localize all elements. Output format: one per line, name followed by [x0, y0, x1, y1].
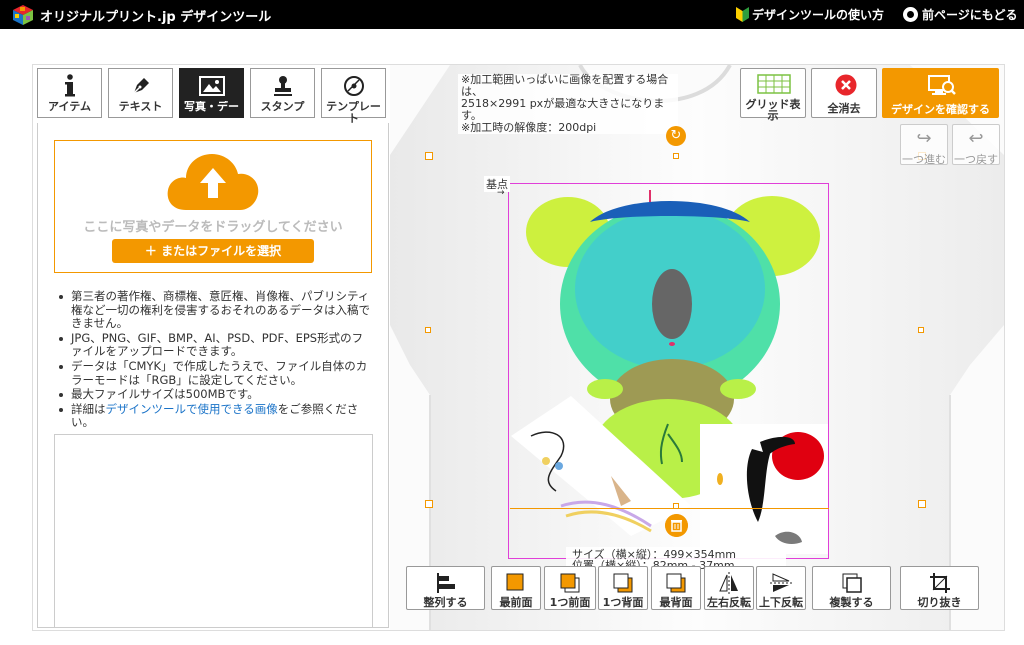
top-bar: オリジナルプリント.jp デザインツール デザインツールの使い方 前ページにもど… [0, 0, 1024, 29]
send-back-button[interactable]: 最背面 [651, 566, 701, 610]
info-line: 2518×2991 pxが最適な大きさになります。 [461, 97, 665, 122]
trash-icon[interactable] [665, 514, 688, 537]
flip-horizontal-label: 左右反転 [707, 596, 751, 609]
tab-label: テキスト [118, 101, 163, 113]
align-button[interactable]: 整列する [406, 566, 485, 610]
tool-tabs: アイテム テキスト 写真・デー スタンプ テンプレート [37, 68, 386, 124]
brand-title: オリジナルプリント.jp デザインツール [40, 10, 272, 25]
flip-horizontal-button[interactable]: 左右反転 [704, 566, 754, 610]
beginner-mark-icon [736, 7, 749, 22]
resize-handle[interactable] [673, 503, 679, 509]
base-point-arrow-icon: → [497, 188, 505, 198]
flip-vertical-button[interactable]: 上下反転 [756, 566, 806, 610]
tab-photo-data[interactable]: 写真・デー [179, 68, 244, 118]
info-line: ※加工範囲いっぱいに画像を配置する場合は、 [461, 73, 669, 98]
bring-front-icon [492, 572, 540, 594]
bring-front-button[interactable]: 最前面 [491, 566, 541, 610]
send-back-label: 最背面 [659, 596, 693, 609]
logo-icon [13, 5, 33, 25]
duplicate-button[interactable]: 複製する [812, 566, 891, 610]
grid-toggle-button[interactable]: グリッド表示 [740, 68, 806, 122]
uploaded-images-gallery[interactable] [54, 434, 373, 628]
monitor-search-icon [928, 75, 956, 95]
duplicate-label: 複製する [829, 596, 874, 609]
crop-button[interactable]: 切り抜き [900, 566, 979, 610]
redo-icon: ↪ [916, 128, 932, 149]
pen-icon [109, 73, 172, 99]
resize-handle[interactable] [918, 500, 926, 508]
grid-icon [757, 74, 791, 94]
image-icon [180, 73, 243, 99]
print-area-boundary [508, 183, 829, 559]
bring-forward-label: 1つ前面 [549, 596, 591, 609]
tab-template[interactable]: テンプレート [321, 68, 386, 124]
tab-label: 写真・デー [184, 101, 239, 113]
resize-handle[interactable] [425, 500, 433, 508]
note-item: 第三者の著作権、商標権、意匠権、肖像権、パブリシティ権など一切の権利を侵害するお… [56, 289, 372, 331]
tab-label: アイテム [48, 101, 91, 113]
flip-horizontal-icon [705, 572, 753, 594]
crop-label: 切り抜き [917, 596, 962, 609]
template-icon [322, 73, 385, 99]
print-size-info: ※加工範囲いっぱいに画像を配置する場合は、 2518×2991 pxが最適な大き… [458, 74, 678, 134]
align-label: 整列する [423, 596, 468, 609]
align-icon [407, 572, 484, 594]
tab-label: スタンプ [260, 101, 305, 113]
send-backward-label: 1つ背面 [602, 596, 644, 609]
note-item: 詳細はデザインツールで使用できる画像をご参照ください。 [56, 401, 372, 430]
cloud-upload-icon [167, 154, 259, 210]
flip-vertical-icon [757, 572, 805, 594]
note-prefix: 詳細は [71, 401, 106, 416]
confirm-design-button[interactable]: デザインを確認する [882, 68, 999, 118]
bring-forward-button[interactable]: 1つ前面 [544, 566, 596, 610]
info-line: ※加工時の解像度：200dpi [461, 121, 597, 134]
note-item: JPG、PNG、GIF、BMP、AI、PSD、PDF、EPS形式のファイルをアッ… [56, 331, 372, 359]
undo-icon: ↩ [968, 128, 984, 149]
select-file-button[interactable]: ＋ またはファイルを選択 [112, 239, 314, 263]
selection-guide [510, 508, 829, 509]
send-backward-icon [599, 572, 647, 594]
drop-hint: ここに写真やデータをドラッグしてください [83, 220, 343, 235]
redo-button[interactable]: ↪ 一つ進む [900, 124, 948, 166]
duplicate-icon [813, 572, 890, 594]
crop-icon [901, 572, 978, 594]
clear-all-label: 全消去 [827, 102, 861, 115]
resize-handle[interactable] [918, 327, 924, 333]
clear-all-button[interactable]: 全消去 [811, 68, 877, 118]
note-item: 最大ファイルサイズは500MBです。 [56, 388, 372, 402]
tab-label: テンプレート [326, 101, 381, 125]
tab-item[interactable]: アイテム [37, 68, 102, 118]
help-link[interactable]: デザインツールの使い方 [736, 6, 884, 23]
info-icon [38, 73, 101, 99]
resize-handle[interactable] [425, 327, 431, 333]
help-link-label: デザインツールの使い方 [752, 8, 885, 22]
tab-stamp[interactable]: スタンプ [250, 68, 315, 118]
grid-label: グリッド表示 [745, 98, 801, 122]
note-item: データは「CMYK」で作成したうえで、ファイル自体のカラーモードは「RGB」に設… [56, 359, 372, 387]
upload-notes: 第三者の著作権、商標権、意匠権、肖像権、パブリシティ権など一切の権利を侵害するお… [56, 289, 372, 431]
undo-button[interactable]: ↩ 一つ戻す [952, 124, 1000, 166]
usable-images-link[interactable]: デザインツールで使用できる画像 [106, 402, 278, 416]
back-link[interactable]: 前ページにもどる [903, 6, 1018, 23]
rotate-icon[interactable]: ↻ [666, 126, 686, 146]
send-backward-button[interactable]: 1つ背面 [598, 566, 648, 610]
flip-vertical-label: 上下反転 [759, 596, 803, 609]
redo-label: 一つ進む [902, 153, 946, 166]
confirm-design-label: デザインを確認する [891, 103, 990, 116]
tab-text[interactable]: テキスト [108, 68, 173, 118]
resize-handle[interactable] [425, 152, 433, 160]
bring-front-label: 最前面 [499, 596, 533, 609]
back-link-label: 前ページにもどる [922, 8, 1018, 22]
undo-label: 一つ戻す [954, 153, 998, 166]
bring-forward-icon [545, 572, 595, 594]
close-icon [835, 74, 857, 96]
stamp-icon [251, 73, 314, 99]
send-back-icon [652, 572, 700, 594]
resize-handle[interactable] [673, 153, 679, 159]
back-icon [903, 7, 918, 22]
